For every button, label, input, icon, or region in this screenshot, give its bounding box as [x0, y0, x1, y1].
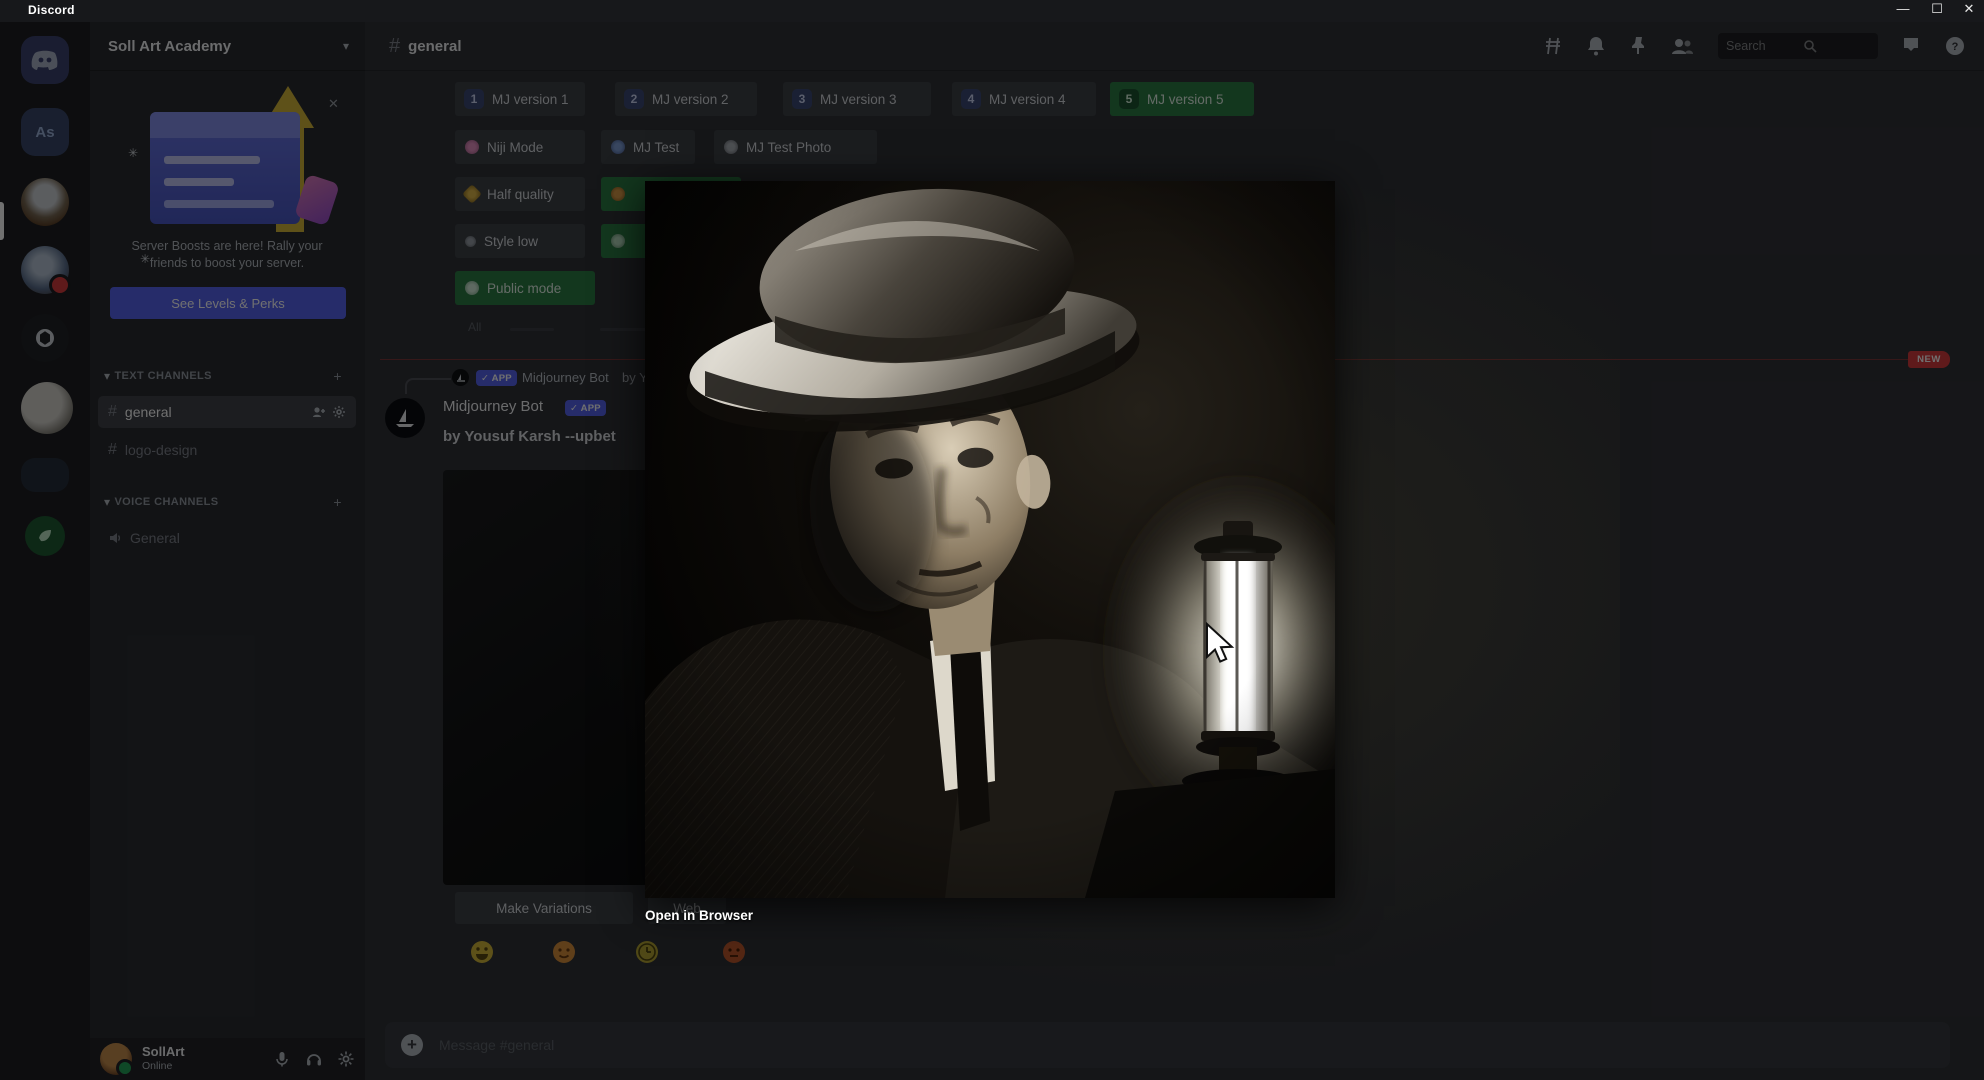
vignette	[645, 181, 1335, 898]
window-titlebar: Discord — ☐ ✕	[0, 0, 1984, 22]
discord-wordmark: Discord	[28, 3, 75, 17]
lightbox-image-portrait[interactable]	[645, 181, 1335, 898]
maximize-button[interactable]: ☐	[1922, 1, 1952, 17]
open-in-browser-link[interactable]: Open in Browser	[645, 908, 753, 923]
close-button[interactable]: ✕	[1954, 1, 1984, 17]
mouse-cursor	[1205, 622, 1235, 664]
minimize-button[interactable]: —	[1888, 1, 1918, 16]
